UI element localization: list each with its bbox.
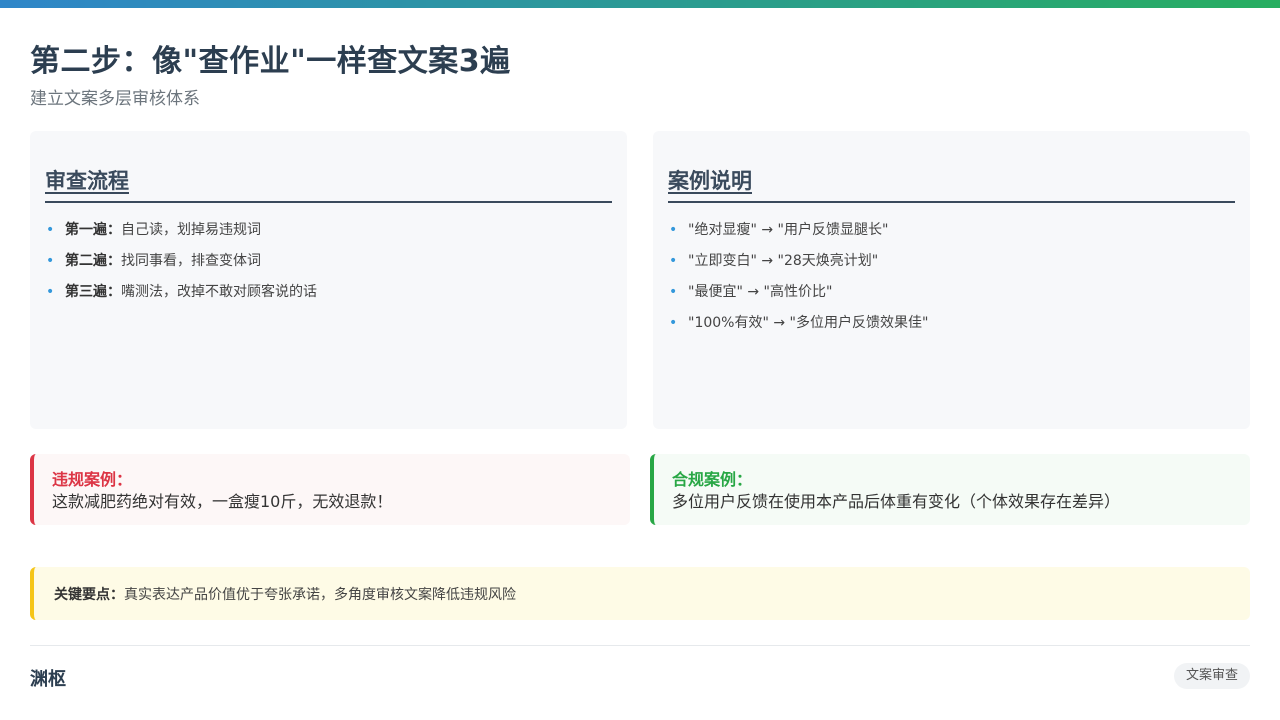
key-point-label: 关键要点： xyxy=(54,586,124,603)
step-label: 第三遍： xyxy=(65,284,121,300)
review-process-panel: 审查流程 • 第一遍：自己读，划掉易违规词 • 第二遍：找同事看，排查变体词 • 第三… xyxy=(30,131,627,429)
step-text: 嘴测法，改掉不敢对顾客说的话 xyxy=(121,284,317,300)
bullet-icon: • xyxy=(669,253,678,269)
panel-divider xyxy=(45,201,612,203)
step-label: 第二遍： xyxy=(65,253,121,269)
example-text: "最便宜" → "高性价比" xyxy=(688,284,833,300)
page-subtitle: 建立文案多层审核体系 xyxy=(30,89,200,109)
brand-name: 渊枢 xyxy=(30,669,66,690)
compliant-case-callout: 合规案例： 多位用户反馈在使用本产品后体重有变化（个体效果存在差异） xyxy=(650,454,1250,525)
category-tag: 文案审查 xyxy=(1173,663,1250,689)
list-item: • "立即变白" → "28天焕亮计划" xyxy=(668,250,928,281)
bullet-icon: • xyxy=(669,284,678,300)
violation-case-callout: 违规案例： 这款减肥药绝对有效，一盒瘦10斤，无效退款！ xyxy=(30,454,630,525)
list-item: • 第三遍：嘴测法，改掉不敢对顾客说的话 xyxy=(45,281,317,312)
bullet-icon: • xyxy=(669,315,678,331)
bullet-icon: • xyxy=(46,222,55,238)
compliant-case-text: 多位用户反馈在使用本产品后体重有变化（个体效果存在差异） xyxy=(672,492,1121,511)
bullet-icon: • xyxy=(46,253,55,269)
example-text: "100%有效" → "多位用户反馈效果佳" xyxy=(688,315,929,331)
key-point-callout: 关键要点： 真实表达产品价值优于夸张承诺，多角度审核文案降低违规风险 xyxy=(30,567,1250,620)
step-label: 第一遍： xyxy=(65,222,121,238)
example-text: "绝对显瘦" → "用户反馈显腿长" xyxy=(688,222,889,238)
step-text: 自己读，划掉易违规词 xyxy=(121,222,261,238)
list-item: • 第一遍：自己读，划掉易违规词 xyxy=(45,219,317,250)
list-item: • "最便宜" → "高性价比" xyxy=(668,281,928,312)
example-panel: 案例说明 • "绝对显瘦" → "用户反馈显腿长" • "立即变白" → "28天焕… xyxy=(653,131,1250,429)
violation-case-text: 这款减肥药绝对有效，一盒瘦10斤，无效退款！ xyxy=(52,492,393,511)
key-point-text: 真实表达产品价值优于夸张承诺，多角度审核文案降低违规风险 xyxy=(124,586,516,603)
top-accent-bar xyxy=(0,0,1280,8)
panel-title: 审查流程 xyxy=(45,169,129,193)
violation-case-label: 违规案例： xyxy=(52,470,133,489)
review-steps-list: • 第一遍：自己读，划掉易违规词 • 第二遍：找同事看，排查变体词 • 第三遍：嘴测法… xyxy=(45,219,317,312)
bullet-icon: • xyxy=(46,284,55,300)
list-item: • "绝对显瘦" → "用户反馈显腿长" xyxy=(668,219,928,250)
footer-divider xyxy=(30,645,1250,646)
panel-title: 案例说明 xyxy=(668,169,752,193)
step-text: 找同事看，排查变体词 xyxy=(121,253,261,269)
panel-divider xyxy=(668,201,1235,203)
compliant-case-label: 合规案例： xyxy=(672,470,753,489)
list-item: • "100%有效" → "多位用户反馈效果佳" xyxy=(668,312,928,343)
example-list: • "绝对显瘦" → "用户反馈显腿长" • "立即变白" → "28天焕亮计划" … xyxy=(668,219,928,343)
example-text: "立即变白" → "28天焕亮计划" xyxy=(688,253,879,269)
list-item: • 第二遍：找同事看，排查变体词 xyxy=(45,250,317,281)
page-title: 第二步：像"查作业"一样查文案3遍 xyxy=(30,44,511,79)
bullet-icon: • xyxy=(669,222,678,238)
